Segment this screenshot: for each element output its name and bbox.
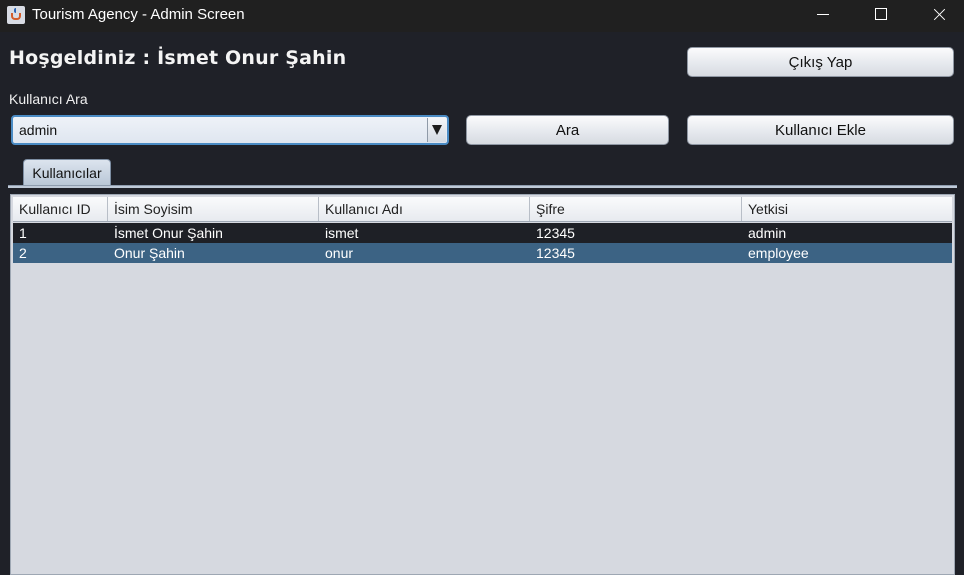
user-search-combobox[interactable]: admin bbox=[11, 115, 449, 145]
column-header[interactable]: Kullanıcı Adı bbox=[319, 197, 530, 221]
table-cell: ismet bbox=[325, 225, 359, 241]
table-row[interactable]: 1 İsmet Onur Şahin ismet 12345 admin bbox=[13, 223, 952, 243]
table-row-selected[interactable]: 2 Onur Şahin onur 12345 employee bbox=[13, 243, 952, 263]
close-icon[interactable] bbox=[909, 0, 964, 32]
window-title: Tourism Agency - Admin Screen bbox=[32, 6, 245, 23]
table-header: Kullanıcı ID İsim Soyisim Kullanıcı Adı … bbox=[13, 197, 952, 222]
logout-button[interactable]: Çıkış Yap bbox=[687, 47, 954, 77]
admin-panel: Hoşgeldiniz : İsmet Onur Şahin Çıkış Yap… bbox=[0, 32, 964, 575]
search-label: Kullanıcı Ara bbox=[9, 91, 88, 107]
window-title-bar: Tourism Agency - Admin Screen bbox=[0, 0, 964, 32]
combobox-selected-value: admin bbox=[19, 122, 58, 138]
column-header[interactable]: Şifre bbox=[530, 197, 742, 221]
table-cell: employee bbox=[748, 245, 809, 261]
table-cell: onur bbox=[325, 245, 354, 261]
column-header[interactable]: İsim Soyisim bbox=[108, 197, 319, 221]
column-header[interactable]: Kullanıcı ID bbox=[13, 197, 108, 221]
minimize-icon[interactable] bbox=[793, 0, 851, 32]
chevron-down-icon[interactable] bbox=[427, 118, 446, 142]
table-cell: 2 bbox=[19, 245, 27, 261]
table-cell: 1 bbox=[19, 225, 27, 241]
add-user-button[interactable]: Kullanıcı Ekle bbox=[687, 115, 954, 145]
column-header[interactable]: Yetkisi bbox=[742, 197, 952, 221]
maximize-icon[interactable] bbox=[851, 0, 909, 32]
table-cell: admin bbox=[748, 225, 787, 241]
java-cup-icon bbox=[7, 6, 25, 24]
table-cell: İsmet Onur Şahin bbox=[114, 225, 223, 241]
search-button[interactable]: Ara bbox=[466, 115, 669, 145]
table-cell: Onur Şahin bbox=[114, 245, 185, 261]
table-body: 1 İsmet Onur Şahin ismet 12345 admin 2 O… bbox=[13, 223, 952, 263]
table-cell: 12345 bbox=[536, 225, 575, 241]
table-cell: 12345 bbox=[536, 245, 575, 261]
tab-users[interactable]: Kullanıcılar bbox=[23, 159, 111, 186]
users-table: Kullanıcı ID İsim Soyisim Kullanıcı Adı … bbox=[10, 194, 955, 575]
tab-divider bbox=[8, 185, 957, 188]
welcome-label: Hoşgeldiniz : İsmet Onur Şahin bbox=[9, 47, 347, 69]
